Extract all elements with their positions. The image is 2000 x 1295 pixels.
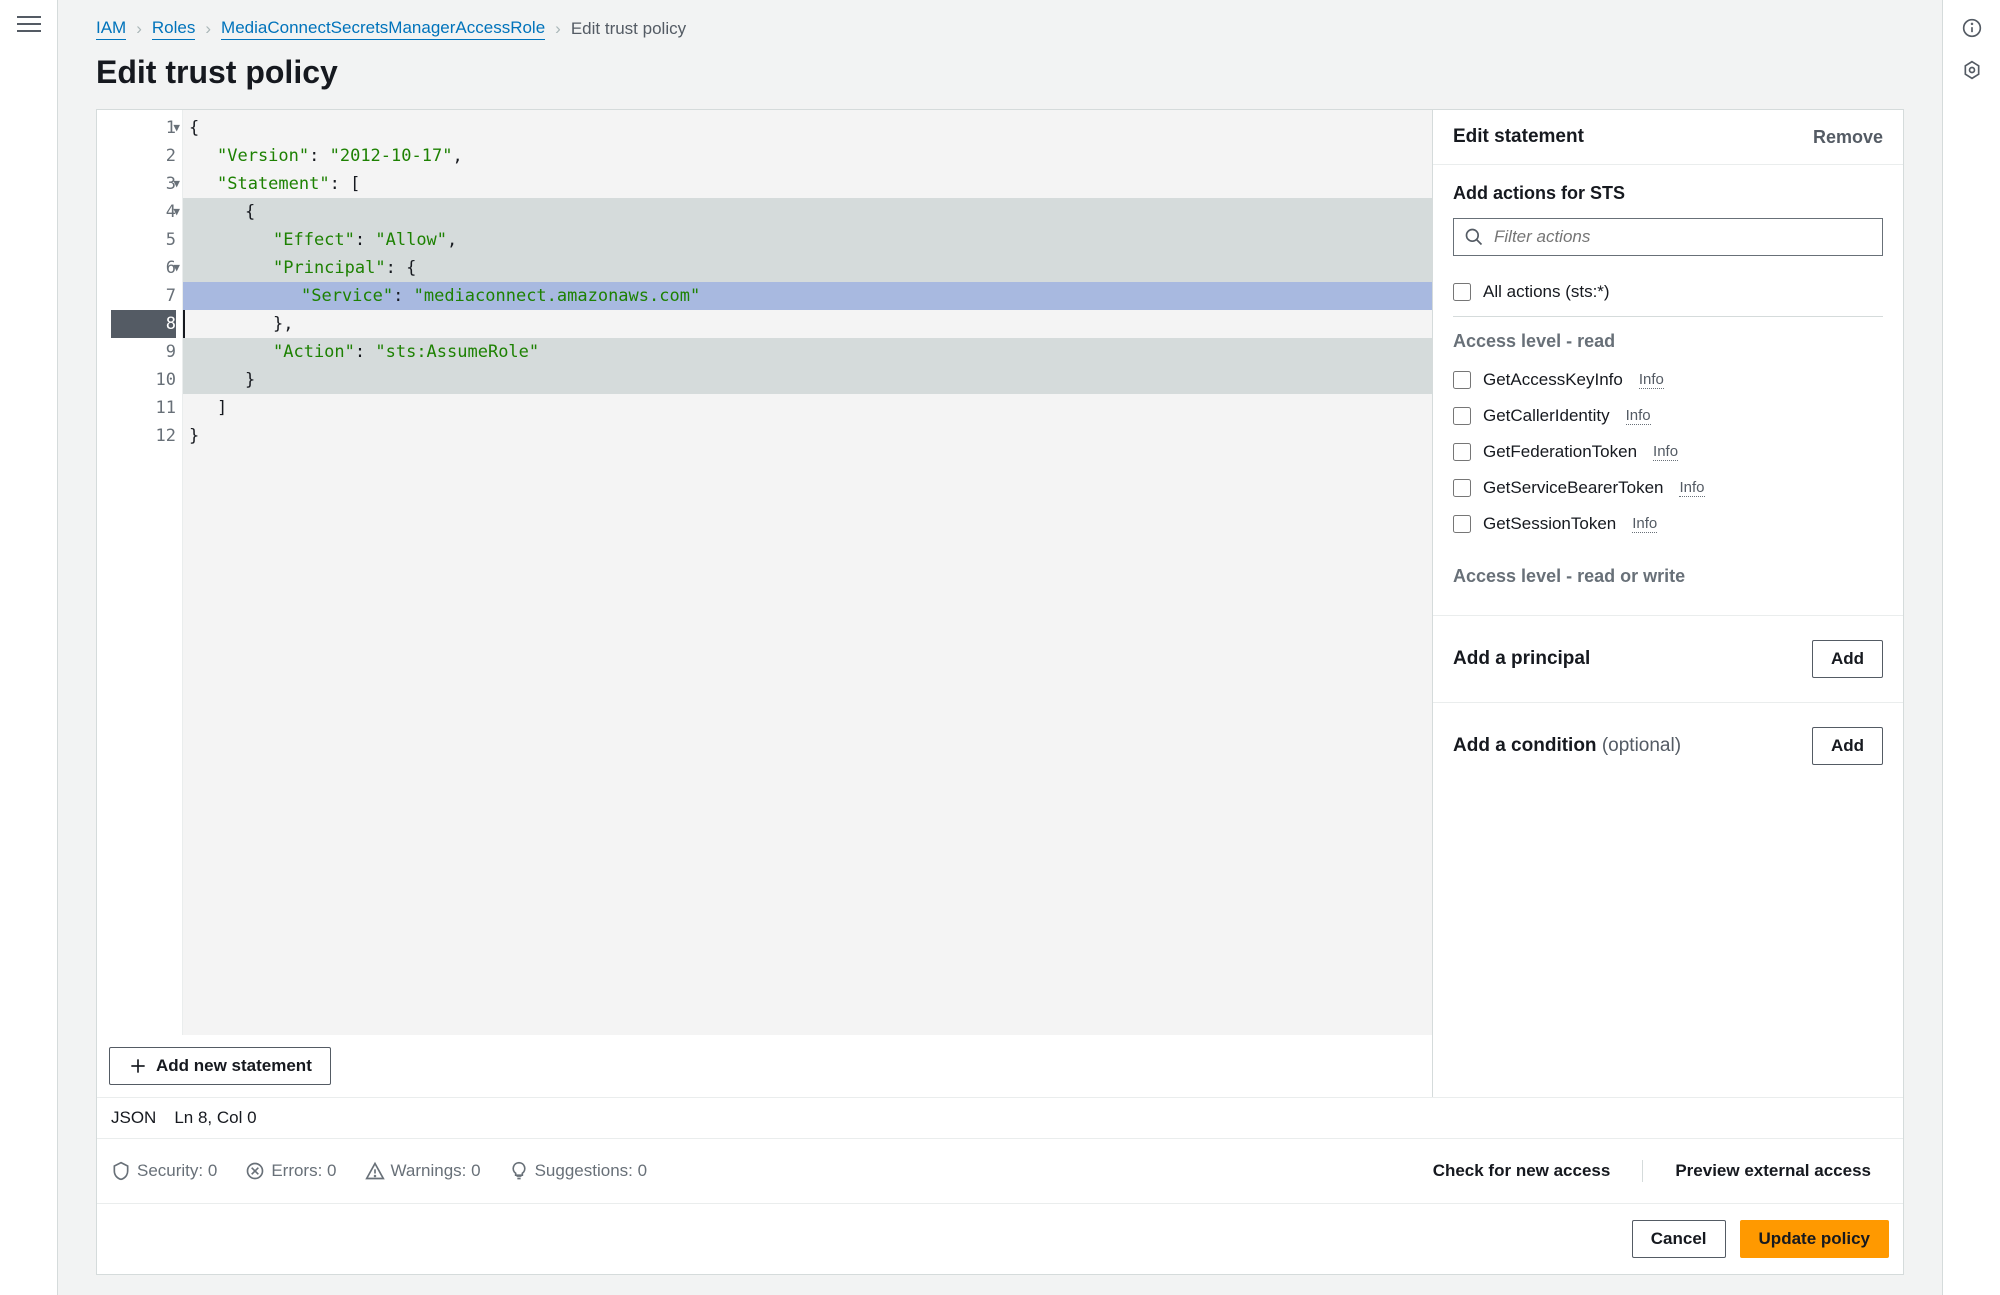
breadcrumb-sep: › bbox=[136, 19, 142, 39]
lightbulb-icon bbox=[509, 1161, 529, 1181]
settings-icon[interactable] bbox=[1962, 60, 1982, 80]
action-label: GetCallerIdentity bbox=[1483, 406, 1610, 426]
add-actions-heading: Add actions for STS bbox=[1453, 183, 1883, 204]
left-rail bbox=[0, 0, 58, 1295]
editor-mode: JSON bbox=[111, 1108, 156, 1128]
action-label: GetSessionToken bbox=[1483, 514, 1616, 534]
action-checkbox[interactable] bbox=[1453, 371, 1471, 389]
cursor-position: Ln 8, Col 0 bbox=[174, 1108, 256, 1128]
remove-statement-button[interactable]: Remove bbox=[1813, 127, 1883, 148]
info-link[interactable]: Info bbox=[1653, 443, 1678, 461]
info-link[interactable]: Info bbox=[1626, 407, 1651, 425]
breadcrumb-rolename[interactable]: MediaConnectSecretsManagerAccessRole bbox=[221, 18, 545, 40]
shield-icon bbox=[111, 1161, 131, 1181]
all-actions-label: All actions (sts:*) bbox=[1483, 282, 1610, 302]
info-icon[interactable] bbox=[1962, 18, 1982, 38]
breadcrumb: IAM › Roles › MediaConnectSecretsManager… bbox=[96, 18, 1904, 40]
add-principal-label: Add a principal bbox=[1453, 648, 1590, 670]
statement-editor-panel: Edit statement Remove Add actions for ST… bbox=[1433, 110, 1903, 1097]
update-policy-button[interactable]: Update policy bbox=[1740, 1220, 1889, 1258]
edit-statement-title: Edit statement bbox=[1453, 126, 1584, 148]
right-rail bbox=[1942, 0, 2000, 1295]
editor-container: 1▼ 2 3▼ 4▼ 5 6▼ 7 8 9 10 11 12 bbox=[96, 109, 1904, 1275]
plus-icon bbox=[128, 1056, 148, 1076]
breadcrumb-iam[interactable]: IAM bbox=[96, 18, 126, 40]
add-principal-button[interactable]: Add bbox=[1812, 640, 1883, 678]
suggestions-count: Suggestions: 0 bbox=[509, 1161, 647, 1181]
access-level-read-write-label: Access level - read or write bbox=[1453, 566, 1883, 587]
breadcrumb-roles[interactable]: Roles bbox=[152, 18, 195, 40]
action-label: GetServiceBearerToken bbox=[1483, 478, 1663, 498]
action-checkbox[interactable] bbox=[1453, 407, 1471, 425]
code-lines[interactable]: { "Version": "2012-10-17", "Statement": … bbox=[183, 110, 1432, 1035]
breadcrumb-current: Edit trust policy bbox=[571, 19, 686, 39]
all-actions-checkbox[interactable] bbox=[1453, 283, 1471, 301]
preview-external-access-button[interactable]: Preview external access bbox=[1657, 1153, 1889, 1189]
main-content: IAM › Roles › MediaConnectSecretsManager… bbox=[58, 0, 1942, 1295]
filter-actions-field[interactable] bbox=[1494, 227, 1872, 247]
action-checkbox[interactable] bbox=[1453, 515, 1471, 533]
error-icon bbox=[245, 1161, 265, 1181]
breadcrumb-sep: › bbox=[555, 19, 561, 39]
access-level-read-label: Access level - read bbox=[1453, 331, 1883, 352]
add-new-statement-button[interactable]: Add new statement bbox=[109, 1047, 331, 1085]
action-label: GetAccessKeyInfo bbox=[1483, 370, 1623, 390]
validation-bar: Security: 0 Errors: 0 Warnings: 0 Sugges… bbox=[97, 1138, 1903, 1203]
info-link[interactable]: Info bbox=[1639, 371, 1664, 389]
footer-actions: Cancel Update policy bbox=[97, 1203, 1903, 1274]
code-pane: 1▼ 2 3▼ 4▼ 5 6▼ 7 8 9 10 11 12 bbox=[97, 110, 1433, 1097]
add-condition-label: Add a condition (optional) bbox=[1453, 735, 1681, 757]
add-condition-button[interactable]: Add bbox=[1812, 727, 1883, 765]
warnings-count: Warnings: 0 bbox=[365, 1161, 481, 1181]
warning-icon bbox=[365, 1161, 385, 1181]
security-count: Security: 0 bbox=[111, 1161, 217, 1181]
action-checkbox[interactable] bbox=[1453, 443, 1471, 461]
errors-count: Errors: 0 bbox=[245, 1161, 336, 1181]
code-editor[interactable]: 1▼ 2 3▼ 4▼ 5 6▼ 7 8 9 10 11 12 bbox=[97, 110, 1432, 1035]
editor-statusbar: JSON Ln 8, Col 0 bbox=[97, 1097, 1903, 1138]
breadcrumb-sep: › bbox=[205, 19, 211, 39]
info-link[interactable]: Info bbox=[1679, 479, 1704, 497]
filter-actions-input[interactable] bbox=[1453, 218, 1883, 256]
page-title: Edit trust policy bbox=[96, 54, 1904, 91]
action-checkbox[interactable] bbox=[1453, 479, 1471, 497]
cancel-button[interactable]: Cancel bbox=[1632, 1220, 1726, 1258]
info-link[interactable]: Info bbox=[1632, 515, 1657, 533]
line-gutter: 1▼ 2 3▼ 4▼ 5 6▼ 7 8 9 10 11 12 bbox=[97, 110, 183, 1035]
hamburger-icon[interactable] bbox=[17, 12, 41, 36]
action-label: GetFederationToken bbox=[1483, 442, 1637, 462]
search-icon bbox=[1464, 227, 1484, 247]
check-new-access-button[interactable]: Check for new access bbox=[1415, 1153, 1629, 1189]
